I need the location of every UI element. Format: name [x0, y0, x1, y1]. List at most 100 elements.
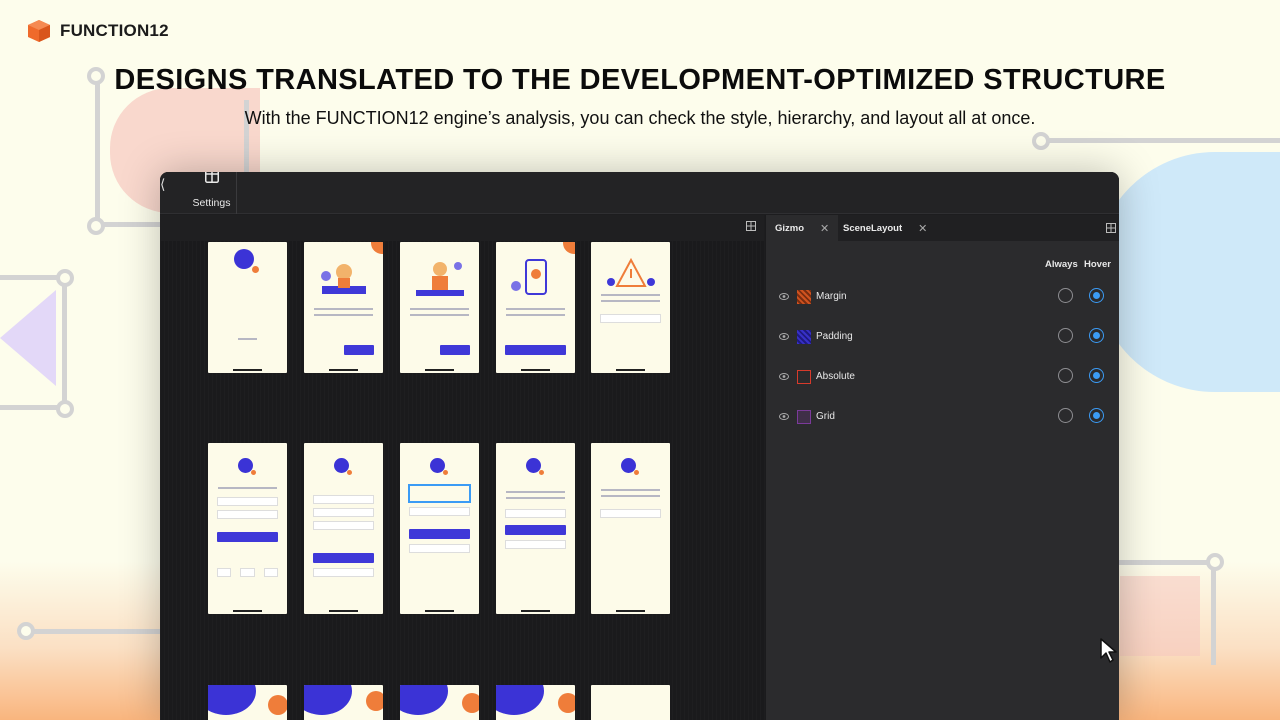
app-window: ⟨ Settings Gizmo ✕ SceneLayout ✕ Always … [160, 172, 1119, 720]
settings-label: Settings [192, 197, 231, 209]
decor-node [17, 622, 35, 640]
decor-line [30, 629, 160, 634]
always-radio[interactable] [1058, 368, 1073, 383]
screen-frame-sign-in[interactable] [208, 443, 287, 614]
hover-radio[interactable] [1089, 408, 1104, 423]
screen-button [505, 525, 566, 535]
screen-frame-error[interactable] [591, 242, 670, 373]
screen-text [314, 314, 373, 316]
decor-blue-blob [1095, 152, 1280, 392]
screen-text [601, 495, 660, 497]
screen-frame-onboarding-1[interactable] [304, 242, 383, 373]
absolute-swatch-icon [797, 370, 811, 384]
screen-shape [268, 695, 287, 715]
screen-corner [371, 242, 383, 254]
screen-field [217, 497, 278, 506]
screen-text [410, 308, 469, 310]
cube-logo-icon [28, 20, 50, 42]
screen-text [506, 497, 565, 499]
screen-button [217, 532, 278, 542]
tab-scenelayout[interactable]: SceneLayout ✕ [834, 215, 936, 241]
decor-node [1032, 132, 1050, 150]
screen-field [505, 509, 566, 518]
hover-radio[interactable] [1089, 368, 1104, 383]
gizmo-label: Grid [816, 411, 835, 422]
tab-scenelayout-label: SceneLayout [843, 222, 903, 234]
screen-text [601, 489, 660, 491]
screen-text [601, 300, 660, 302]
screen-field [217, 510, 278, 519]
gizmo-row-grid: Grid [766, 408, 1119, 428]
design-canvas[interactable] [160, 215, 764, 720]
hover-radio[interactable] [1089, 328, 1104, 343]
decor-line [62, 277, 67, 407]
screen-shape [558, 693, 575, 713]
screen-dot [347, 470, 352, 475]
decor-line [1118, 560, 1213, 565]
screen-frame-verify-email[interactable] [400, 443, 479, 614]
close-icon[interactable]: ✕ [918, 222, 927, 235]
screen-frame-register[interactable] [304, 443, 383, 614]
screen-field [240, 568, 255, 577]
screen-frame-onboarding-3[interactable] [496, 242, 575, 373]
screen-field [600, 314, 661, 323]
screen-shape [304, 685, 352, 715]
screen-shape [462, 693, 479, 713]
illustration-image [321, 264, 366, 294]
screen-home-bar [329, 610, 358, 612]
screen-home-bar [425, 610, 454, 612]
hover-radio[interactable] [1089, 288, 1104, 303]
always-radio[interactable] [1058, 288, 1073, 303]
screen-field [313, 508, 374, 517]
decor-line [0, 275, 62, 280]
screen-dot [251, 470, 256, 475]
screen-text [601, 294, 660, 296]
inspector-panel: Gizmo ✕ SceneLayout ✕ Always Hover Margi… [765, 215, 1119, 720]
page-subheadline: With the FUNCTION12 engine’s analysis, y… [244, 108, 1036, 128]
eye-icon[interactable] [779, 413, 789, 420]
decor-node [87, 217, 105, 235]
always-radio[interactable] [1058, 328, 1073, 343]
eye-icon[interactable] [779, 333, 789, 340]
screen-frame-partial[interactable] [400, 685, 479, 720]
padding-swatch-icon [797, 330, 811, 344]
screen-text [506, 308, 565, 310]
decor-pink-square [1120, 576, 1200, 656]
decor-line [1211, 565, 1216, 665]
screen-field [409, 507, 470, 516]
screen-frame-forgot-password[interactable] [496, 443, 575, 614]
screen-dot [443, 470, 448, 475]
decor-line [0, 405, 62, 410]
settings-button[interactable]: Settings [187, 172, 237, 214]
screen-frame-partial[interactable] [208, 685, 287, 720]
brand[interactable]: FUNCTION12 [26, 18, 169, 44]
screen-shape [366, 691, 383, 711]
gizmo-label: Padding [816, 331, 853, 342]
expand-grid-icon[interactable] [746, 221, 756, 231]
screen-home-bar [521, 610, 550, 612]
always-radio[interactable] [1058, 408, 1073, 423]
screen-frame-partial[interactable] [496, 685, 575, 720]
screen-home-bar [233, 610, 262, 612]
tab-gizmo[interactable]: Gizmo ✕ [766, 215, 839, 241]
close-icon[interactable]: ✕ [820, 222, 829, 235]
selected-layer-outline [408, 484, 471, 503]
screen-field [409, 544, 470, 553]
decor-node [56, 400, 74, 418]
column-header-always: Always [1045, 259, 1078, 270]
screen-field [313, 495, 374, 504]
eye-icon[interactable] [779, 373, 789, 380]
eye-icon[interactable] [779, 293, 789, 300]
screen-frame-splash[interactable] [208, 242, 287, 373]
screen-text [314, 308, 373, 310]
illustration-image [416, 262, 464, 296]
screen-frame-onboarding-2[interactable] [400, 242, 479, 373]
screen-frame-partial[interactable] [591, 685, 670, 720]
expand-grid-icon[interactable] [1106, 223, 1116, 233]
screen-button [505, 345, 566, 355]
screen-frame-reset-done[interactable] [591, 443, 670, 614]
screen-frame-partial[interactable] [304, 685, 383, 720]
gizmo-row-absolute: Absolute [766, 368, 1119, 388]
screen-home-bar [521, 369, 550, 371]
tab-gizmo-label: Gizmo [775, 222, 805, 234]
